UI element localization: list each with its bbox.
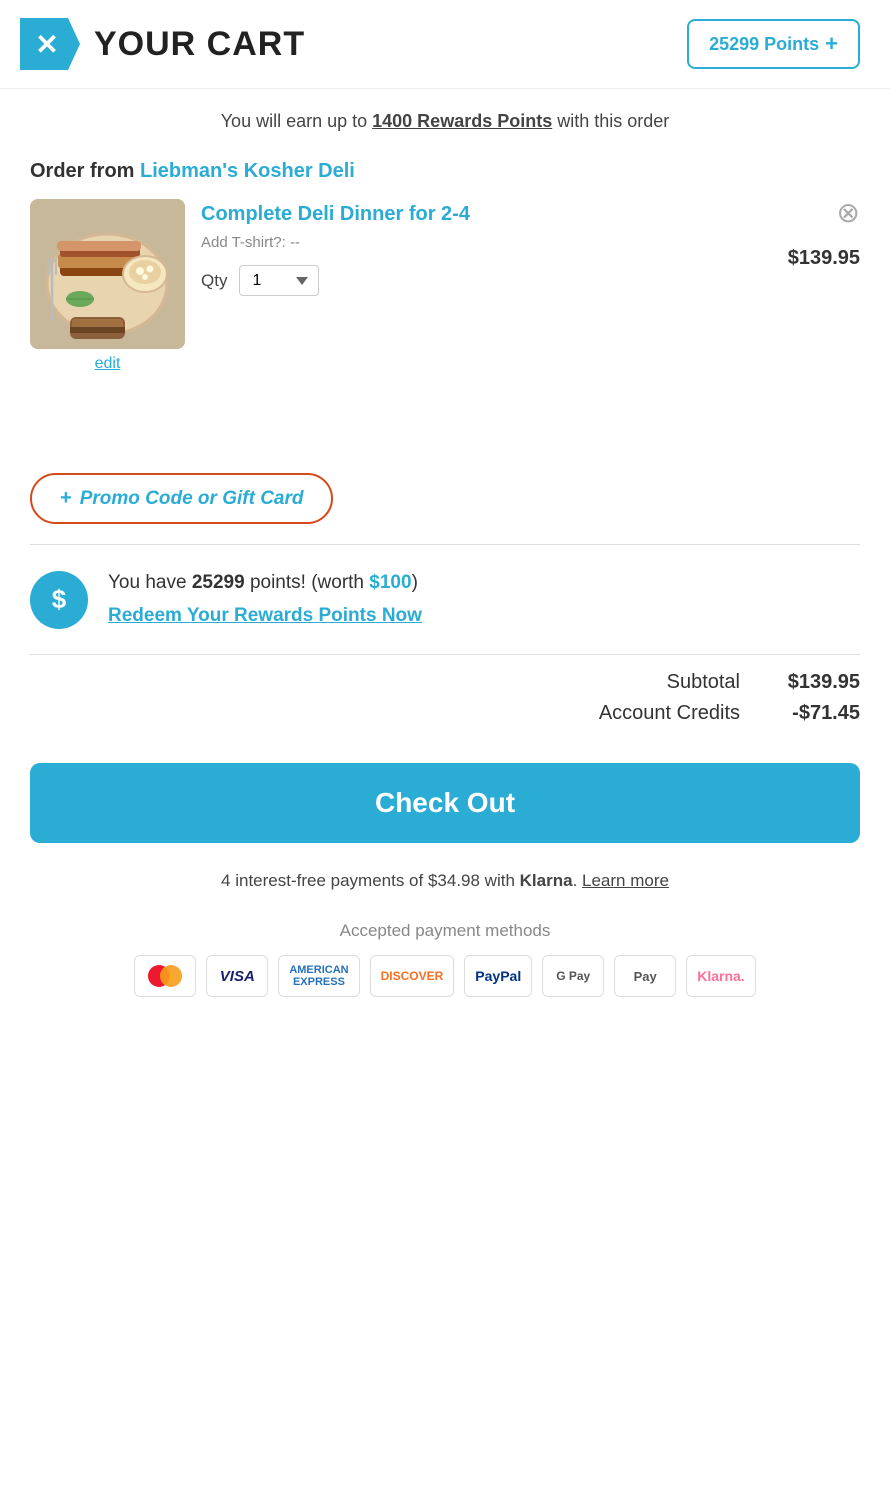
payment-methods-section: Accepted payment methods VISA AMERICANEX… (0, 911, 890, 1027)
promo-label: Promo Code or Gift Card (80, 488, 304, 510)
amex-icon: AMERICANEXPRESS (278, 955, 359, 997)
item-details: Complete Deli Dinner for 2-4 Add T-shirt… (201, 199, 860, 296)
rewards-text-prefix: You have (108, 572, 192, 593)
totals-section: Subtotal $139.95 Account Credits -$71.45 (0, 655, 890, 753)
item-edit-link[interactable]: edit (30, 355, 185, 373)
rewards-points-link[interactable]: 1400 Rewards Points (372, 111, 552, 131)
rewards-worth-value: $100 (369, 572, 411, 593)
checkout-section: Check Out (0, 753, 890, 861)
item-qty-row: Qty 1 2 3 4 (201, 265, 860, 296)
logo-badge: ✕ (20, 18, 80, 70)
qty-select[interactable]: 1 2 3 4 (239, 265, 319, 296)
points-button[interactable]: 25299 Points + (687, 19, 860, 69)
promo-code-button[interactable]: + Promo Code or Gift Card (30, 473, 333, 524)
points-label: 25299 Points (709, 34, 819, 55)
rewards-suffix: with this order (552, 111, 669, 131)
klarna-brand: Klarna (520, 871, 573, 890)
credits-row: Account Credits -$71.45 (30, 702, 860, 725)
rewards-notice: You will earn up to 1400 Rewards Points … (0, 89, 890, 142)
subtotal-value: $139.95 (770, 671, 860, 694)
item-addon: Add T-shirt?: -- (201, 234, 860, 251)
order-from: Order from Liebman's Kosher Deli (30, 160, 860, 183)
logo-x-icon: ✕ (35, 28, 58, 61)
addon-value: -- (290, 234, 300, 251)
header-left: ✕ YOUR CART (20, 18, 305, 70)
applepay-icon: Pay (614, 955, 676, 997)
klarna-badge-icon: Klarna. (686, 955, 755, 997)
rewards-text-suffix: ) (412, 572, 418, 593)
rewards-text-middle: points! (worth (245, 572, 370, 593)
credits-label: Account Credits (599, 702, 740, 725)
mc-circle-orange (160, 965, 182, 987)
spacer (0, 383, 890, 443)
rewards-text: You have 25299 points! (worth $100) Rede… (108, 569, 422, 630)
subtotal-label: Subtotal (667, 671, 740, 694)
rewards-prefix: You will earn up to (221, 111, 372, 131)
points-plus-icon: + (825, 31, 838, 57)
rewards-dollar-icon: $ (30, 571, 88, 629)
visa-icon: VISA (206, 955, 268, 997)
rewards-bottom-section: $ You have 25299 points! (worth $100) Re… (0, 545, 890, 654)
item-image (30, 199, 185, 349)
item-food-svg (30, 199, 185, 349)
klarna-text: 4 interest-free payments of $34.98 with (221, 871, 520, 890)
subtotal-row: Subtotal $139.95 (30, 671, 860, 694)
gpay-icon: G Pay (542, 955, 604, 997)
addon-label: Add T-shirt?: (201, 234, 286, 251)
restaurant-name[interactable]: Liebman's Kosher Deli (140, 160, 355, 182)
item-image-container: edit (30, 199, 185, 373)
checkout-button[interactable]: Check Out (30, 763, 860, 843)
klarna-section: 4 interest-free payments of $34.98 with … (0, 861, 890, 911)
mastercard-icon (134, 955, 196, 997)
rewards-points-count: 25299 (192, 572, 245, 593)
promo-plus-icon: + (60, 487, 72, 510)
qty-label: Qty (201, 271, 227, 291)
klarna-learn-more[interactable]: Learn more (582, 871, 669, 890)
promo-section: + Promo Code or Gift Card (0, 443, 890, 544)
cart-item: edit Complete Deli Dinner for 2-4 Add T-… (30, 199, 860, 373)
remove-item-button[interactable]: ⊗ (837, 199, 860, 227)
discover-icon: DISCOVER (370, 955, 455, 997)
paypal-icon: PayPal (464, 955, 532, 997)
page-title: YOUR CART (94, 25, 305, 64)
credits-value: -$71.45 (770, 702, 860, 725)
rewards-icon-symbol: $ (52, 584, 66, 615)
order-from-label: Order from (30, 160, 140, 182)
payment-icons-row: VISA AMERICANEXPRESS DISCOVER PayPal G P… (30, 955, 860, 997)
item-name: Complete Deli Dinner for 2-4 (201, 203, 860, 226)
item-price: $139.95 (788, 247, 860, 270)
rewards-points-text: You have 25299 points! (worth $100) (108, 569, 422, 598)
order-section: Order from Liebman's Kosher Deli (0, 142, 890, 383)
redeem-link[interactable]: Redeem Your Rewards Points Now (108, 602, 422, 631)
header: ✕ YOUR CART 25299 Points + (0, 0, 890, 89)
payment-label: Accepted payment methods (30, 921, 860, 941)
